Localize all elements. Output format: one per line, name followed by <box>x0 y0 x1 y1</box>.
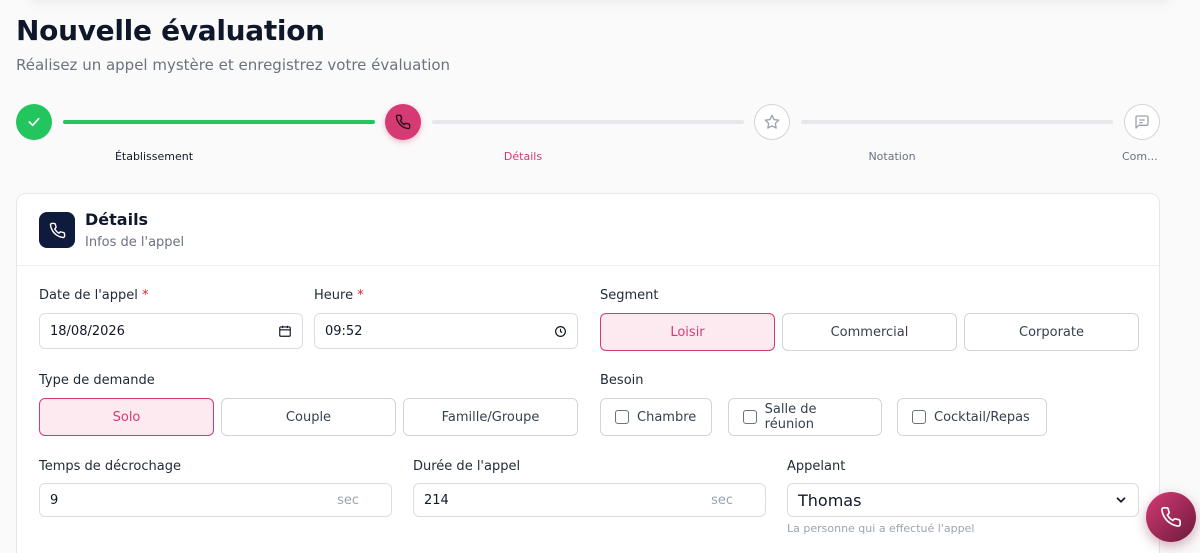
call-duration-suffix: sec <box>711 492 733 508</box>
date-value: 18/08/2026 <box>50 323 125 339</box>
need-checkbox-cocktail[interactable]: Cocktail/Repas <box>897 398 1047 436</box>
step-details[interactable] <box>385 104 421 140</box>
request-type-option-couple[interactable]: Couple <box>221 398 396 436</box>
card-title: Détails <box>85 210 149 229</box>
step-connector-3 <box>801 120 1113 124</box>
page-subtitle: Réalisez un appel mystère et enregistrez… <box>16 56 451 74</box>
details-card: Détails Infos de l'appel Date de l'appel… <box>16 193 1160 553</box>
step-label-commentaires: Com... <box>1122 150 1158 163</box>
need-label: Besoin <box>600 373 644 388</box>
phone-icon <box>49 222 65 238</box>
check-icon <box>28 117 40 127</box>
pickup-time-label: Temps de décrochage <box>39 459 181 474</box>
request-type-option-famille[interactable]: Famille/Groupe <box>403 398 578 436</box>
segment-label: Segment <box>600 288 659 303</box>
step-label-notation: Notation <box>868 150 916 163</box>
date-label-text: Date de l'appel <box>39 288 138 303</box>
step-connector-2 <box>432 120 744 124</box>
time-label-text: Heure <box>314 288 354 303</box>
step-notation[interactable] <box>754 104 790 140</box>
phone-icon <box>1161 507 1181 527</box>
checkbox-icon[interactable] <box>615 410 629 424</box>
stepper: Établissement Détails Notation Com... <box>0 102 1200 172</box>
call-duration-value: 214 <box>424 492 449 508</box>
clock-icon[interactable] <box>554 325 567 338</box>
need-option-label: Cocktail/Repas <box>934 409 1030 425</box>
step-connector-1 <box>63 120 375 124</box>
step-label-details: Détails <box>503 150 543 163</box>
request-type-label: Type de demande <box>39 373 155 388</box>
caller-select[interactable]: Thomas <box>787 483 1139 517</box>
pickup-time-suffix: sec <box>337 492 359 508</box>
step-label-etablissement: Établissement <box>114 150 194 163</box>
segment-option-loisir[interactable]: Loisir <box>600 313 775 351</box>
required-mark: * <box>142 288 149 303</box>
checkbox-icon[interactable] <box>743 410 757 424</box>
pickup-time-input[interactable]: 9 sec <box>39 483 392 517</box>
calendar-icon[interactable] <box>278 324 292 338</box>
star-icon <box>764 114 780 129</box>
request-type-option-solo[interactable]: Solo <box>39 398 214 436</box>
call-duration-label: Durée de l'appel <box>413 459 521 474</box>
comment-icon <box>1135 115 1149 129</box>
page-title: Nouvelle évaluation <box>16 14 325 47</box>
required-mark: * <box>357 288 364 303</box>
card-header: Détails Infos de l'appel <box>17 194 1159 266</box>
card-subtitle: Infos de l'appel <box>85 235 185 250</box>
step-etablissement[interactable] <box>16 104 52 140</box>
time-value: 09:52 <box>325 323 363 339</box>
time-input[interactable]: 09:52 <box>314 313 578 349</box>
segment-option-commercial[interactable]: Commercial <box>782 313 957 351</box>
time-label: Heure * <box>314 288 364 303</box>
caller-value: Thomas <box>798 490 862 510</box>
caller-help-text: La personne qui a effectué l'appel <box>787 522 975 535</box>
call-duration-input[interactable]: 214 sec <box>413 483 766 517</box>
date-input[interactable]: 18/08/2026 <box>39 313 303 349</box>
segment-option-corporate[interactable]: Corporate <box>964 313 1139 351</box>
need-checkbox-chambre[interactable]: Chambre <box>600 398 712 436</box>
date-label: Date de l'appel * <box>39 288 149 303</box>
pickup-time-value: 9 <box>50 492 59 508</box>
need-checkbox-salle[interactable]: Salle de réunion <box>728 398 882 436</box>
need-option-label: Chambre <box>637 409 697 425</box>
step-commentaires[interactable] <box>1124 104 1160 140</box>
checkbox-icon[interactable] <box>912 410 926 424</box>
caller-label: Appelant <box>787 459 846 474</box>
call-fab-button[interactable] <box>1146 492 1196 542</box>
phone-icon <box>395 114 411 130</box>
card-icon <box>39 212 75 248</box>
need-option-label: Salle de réunion <box>764 402 817 432</box>
chevron-down-icon <box>1116 497 1126 503</box>
